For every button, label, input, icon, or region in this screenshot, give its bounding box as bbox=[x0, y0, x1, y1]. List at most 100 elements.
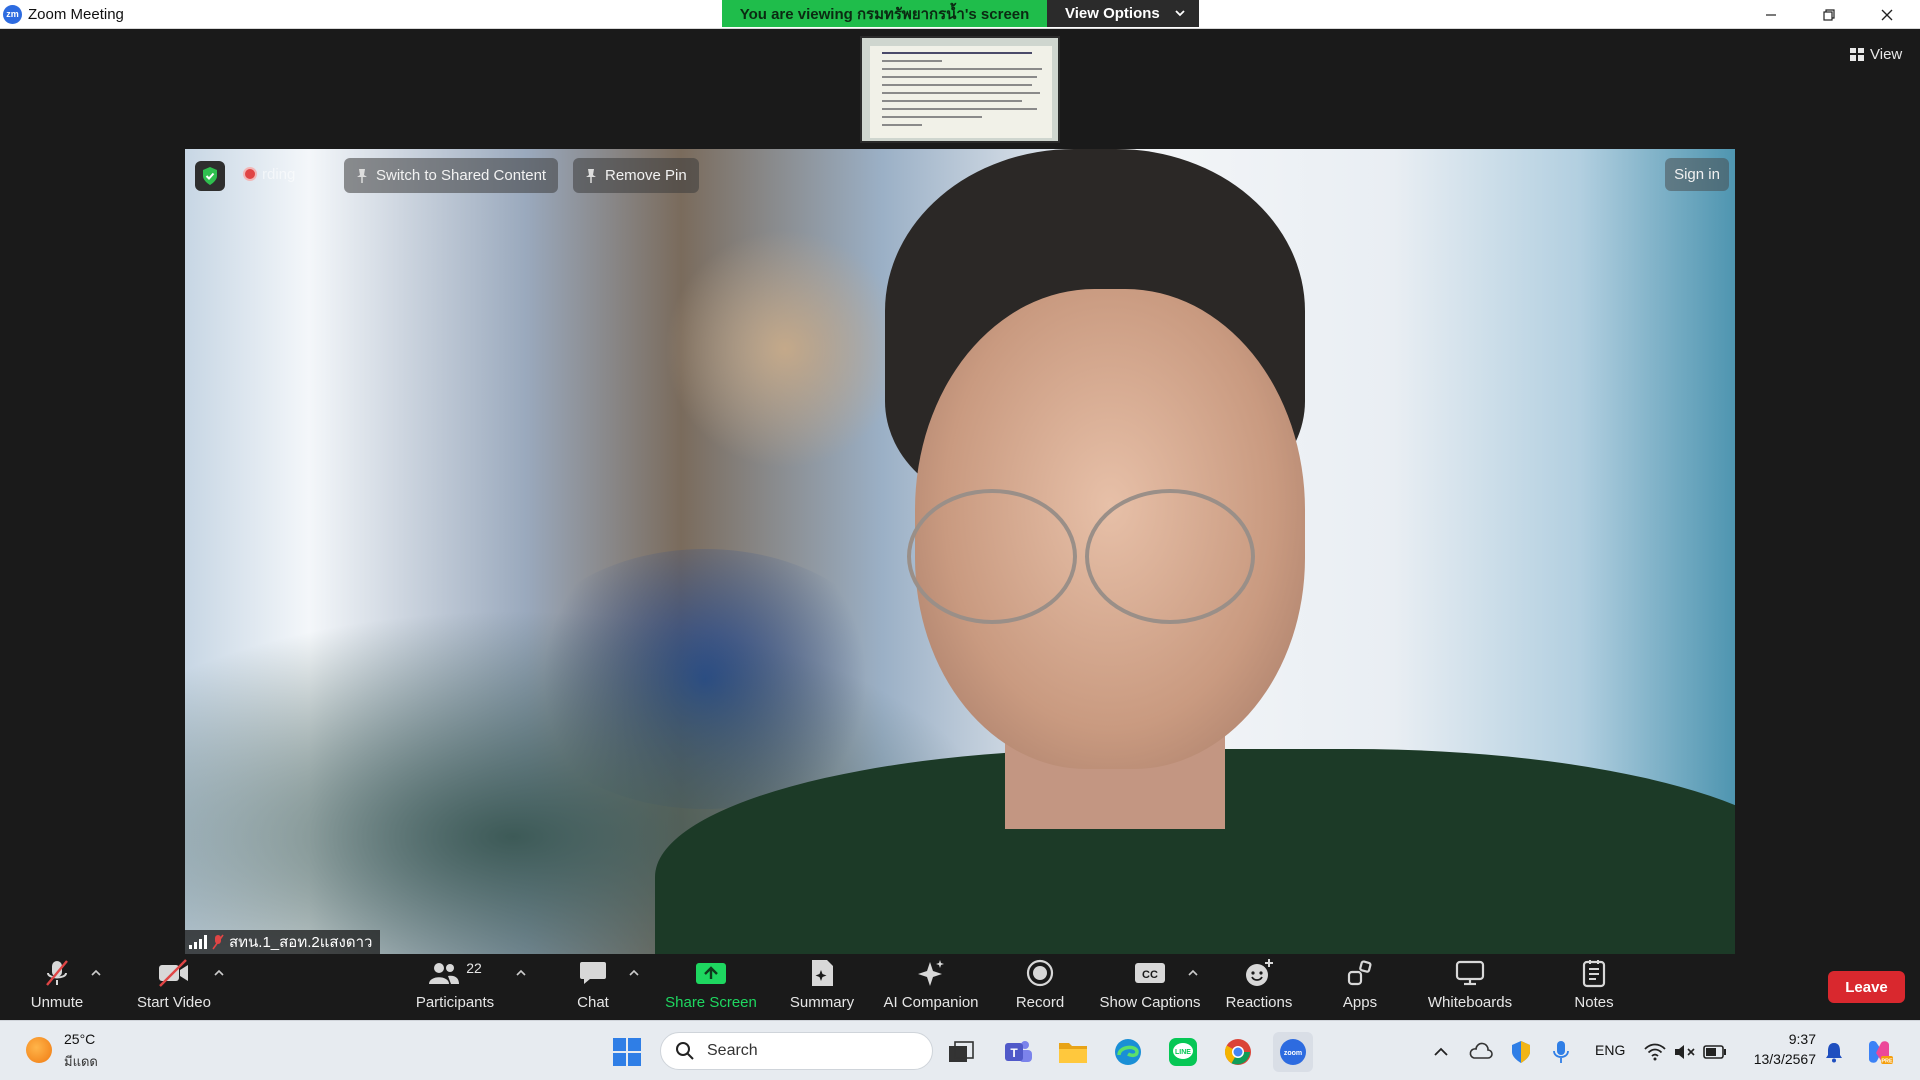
remove-pin-label: Remove Pin bbox=[605, 167, 687, 184]
summary-document-icon bbox=[812, 960, 833, 986]
chat-label: Chat bbox=[577, 994, 609, 1011]
microphone-icon bbox=[1553, 1041, 1569, 1063]
switch-to-shared-content-label: Switch to Shared Content bbox=[376, 167, 547, 184]
search-placeholder: Search bbox=[707, 1042, 758, 1059]
video-options-caret-icon[interactable] bbox=[212, 968, 226, 978]
bell-icon bbox=[1826, 1043, 1842, 1063]
participant-name-tag: สทน.1_สอท.2แสงดาว bbox=[185, 930, 381, 954]
doc-line bbox=[882, 108, 1037, 110]
chevron-up-icon bbox=[1434, 1047, 1448, 1056]
onedrive-tray-button[interactable] bbox=[1461, 1032, 1501, 1072]
security-shield-icon[interactable] bbox=[195, 161, 225, 191]
participants-button[interactable]: 22 Participants bbox=[412, 954, 498, 1020]
close-button[interactable] bbox=[1858, 0, 1916, 29]
whiteboard-icon bbox=[1455, 960, 1485, 986]
minimize-icon bbox=[1766, 13, 1776, 16]
share-screen-label: Share Screen bbox=[665, 994, 757, 1011]
chat-button[interactable]: Chat bbox=[566, 954, 620, 1020]
start-menu-button[interactable] bbox=[607, 1032, 647, 1072]
doc-line bbox=[882, 92, 1040, 94]
share-screen-button[interactable]: Share Screen bbox=[664, 954, 758, 1020]
teams-icon: T bbox=[1005, 1041, 1032, 1062]
show-hidden-icons-button[interactable] bbox=[1421, 1032, 1461, 1072]
ai-companion-button[interactable]: AI Companion bbox=[880, 954, 982, 1020]
shared-screen-thumbnail[interactable] bbox=[860, 36, 1060, 143]
remove-pin-button[interactable]: Remove Pin bbox=[573, 158, 699, 193]
start-video-button[interactable]: Start Video bbox=[132, 954, 216, 1020]
glasses-lens-right bbox=[1085, 489, 1255, 624]
svg-text:LINE: LINE bbox=[1175, 1049, 1191, 1056]
line-app-icon: LINE bbox=[1169, 1038, 1197, 1066]
input-language[interactable]: ENG bbox=[1595, 1042, 1625, 1058]
apps-button[interactable]: Apps bbox=[1332, 954, 1388, 1020]
svg-text:T: T bbox=[1010, 1046, 1018, 1060]
show-captions-button[interactable]: CC Show Captions bbox=[1098, 954, 1202, 1020]
participants-caret-icon[interactable] bbox=[514, 968, 528, 978]
whiteboards-button[interactable]: Whiteboards bbox=[1424, 954, 1516, 1020]
doc-line bbox=[882, 124, 922, 126]
notes-icon bbox=[1582, 960, 1606, 988]
zoom-logo-icon: zm bbox=[3, 5, 22, 24]
defender-shield-icon bbox=[1512, 1041, 1530, 1063]
edge-icon bbox=[1115, 1039, 1141, 1065]
volume-muted-icon bbox=[1675, 1045, 1695, 1059]
minimize-button[interactable] bbox=[1742, 0, 1800, 29]
file-explorer-button[interactable] bbox=[1053, 1032, 1093, 1072]
taskbar-search-box[interactable]: Search bbox=[660, 1032, 933, 1070]
line-app-button[interactable]: LINE bbox=[1163, 1032, 1203, 1072]
notifications-button[interactable] bbox=[1814, 1032, 1854, 1072]
show-captions-label: Show Captions bbox=[1099, 994, 1201, 1011]
summary-label: Summary bbox=[789, 994, 855, 1011]
battery-icon bbox=[1703, 1045, 1726, 1059]
view-label: View bbox=[1870, 45, 1903, 63]
edge-browser-button[interactable] bbox=[1108, 1032, 1148, 1072]
notes-label: Notes bbox=[1574, 994, 1614, 1011]
unmute-button[interactable]: Unmute bbox=[26, 954, 88, 1020]
audio-options-caret-icon[interactable] bbox=[89, 968, 103, 978]
svg-text:PRE: PRE bbox=[1881, 1059, 1893, 1065]
security-tray-button[interactable] bbox=[1501, 1032, 1541, 1072]
background-blur bbox=[665, 229, 905, 469]
recording-indicator-icon bbox=[243, 167, 257, 181]
start-video-label: Start Video bbox=[137, 994, 211, 1011]
captions-caret-icon[interactable] bbox=[1186, 968, 1200, 978]
record-label: Record bbox=[1015, 994, 1065, 1011]
grid-view-icon bbox=[1850, 47, 1864, 61]
apps-label: Apps bbox=[1342, 994, 1378, 1011]
battery-tray-button[interactable] bbox=[1695, 1032, 1735, 1072]
summary-button[interactable]: Summary bbox=[786, 954, 858, 1020]
record-button[interactable]: Record bbox=[1010, 954, 1070, 1020]
close-icon bbox=[1881, 9, 1893, 20]
view-button[interactable]: View bbox=[1842, 40, 1910, 68]
reactions-button[interactable]: Reactions bbox=[1222, 954, 1296, 1020]
task-view-icon bbox=[949, 1041, 974, 1062]
leave-button[interactable]: Leave bbox=[1828, 971, 1905, 1003]
sign-in-button[interactable]: Sign in bbox=[1665, 158, 1729, 191]
microphone-tray-button[interactable] bbox=[1541, 1032, 1581, 1072]
clock-time[interactable]: 9:37 bbox=[1780, 1031, 1816, 1047]
participants-label: Participants bbox=[415, 994, 495, 1011]
clock-date[interactable]: 13/3/2567 bbox=[1740, 1051, 1816, 1067]
search-icon bbox=[676, 1042, 694, 1060]
video-off-icon bbox=[159, 959, 188, 987]
doc-line bbox=[882, 84, 1032, 86]
pinned-video-feed[interactable] bbox=[185, 149, 1735, 954]
pin-icon bbox=[357, 168, 367, 183]
muted-mic-icon bbox=[212, 934, 224, 950]
notes-button[interactable]: Notes bbox=[1568, 954, 1620, 1020]
doc-line bbox=[882, 60, 942, 62]
restore-button[interactable] bbox=[1800, 0, 1858, 29]
weather-sun-icon[interactable] bbox=[26, 1037, 52, 1063]
chat-caret-icon[interactable] bbox=[627, 968, 641, 978]
switch-to-shared-content-button[interactable]: Switch to Shared Content bbox=[344, 158, 559, 193]
copilot-button[interactable]: PRE bbox=[1859, 1032, 1899, 1072]
task-view-button[interactable] bbox=[941, 1032, 981, 1072]
zoom-app-button[interactable]: zoom bbox=[1273, 1032, 1313, 1072]
teams-app-button[interactable]: T bbox=[998, 1032, 1038, 1072]
muted-microphone-icon bbox=[46, 960, 68, 986]
ai-companion-label: AI Companion bbox=[883, 994, 979, 1011]
weather-temperature: 25°C bbox=[64, 1031, 96, 1047]
chrome-browser-button[interactable] bbox=[1218, 1032, 1258, 1072]
window-title: Zoom Meeting bbox=[28, 6, 124, 23]
view-options-button[interactable]: View Options bbox=[1047, 0, 1199, 27]
